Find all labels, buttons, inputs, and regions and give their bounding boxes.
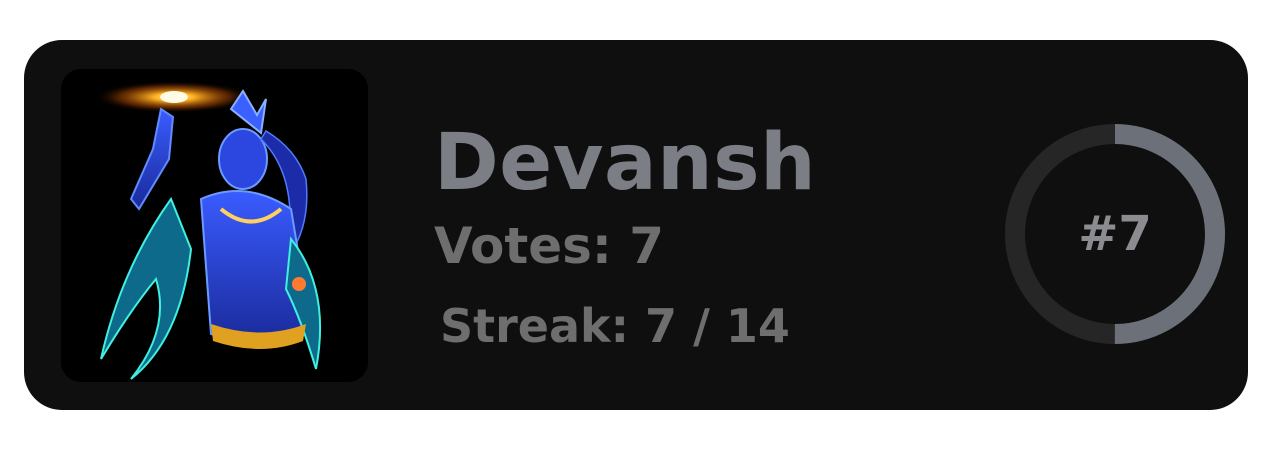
rank-ring: #7 bbox=[1004, 123, 1226, 345]
user-name: Devansh bbox=[434, 118, 817, 208]
avatar-image bbox=[61, 69, 368, 382]
rank-label: #7 bbox=[1078, 206, 1152, 262]
streak-count: Streak: 7 / 14 bbox=[440, 299, 790, 353]
votes-count: Votes: 7 bbox=[434, 217, 665, 275]
avatar bbox=[61, 69, 368, 382]
leaderboard-card: Devansh Votes: 7 Streak: 7 / 14 #7 bbox=[24, 40, 1248, 410]
